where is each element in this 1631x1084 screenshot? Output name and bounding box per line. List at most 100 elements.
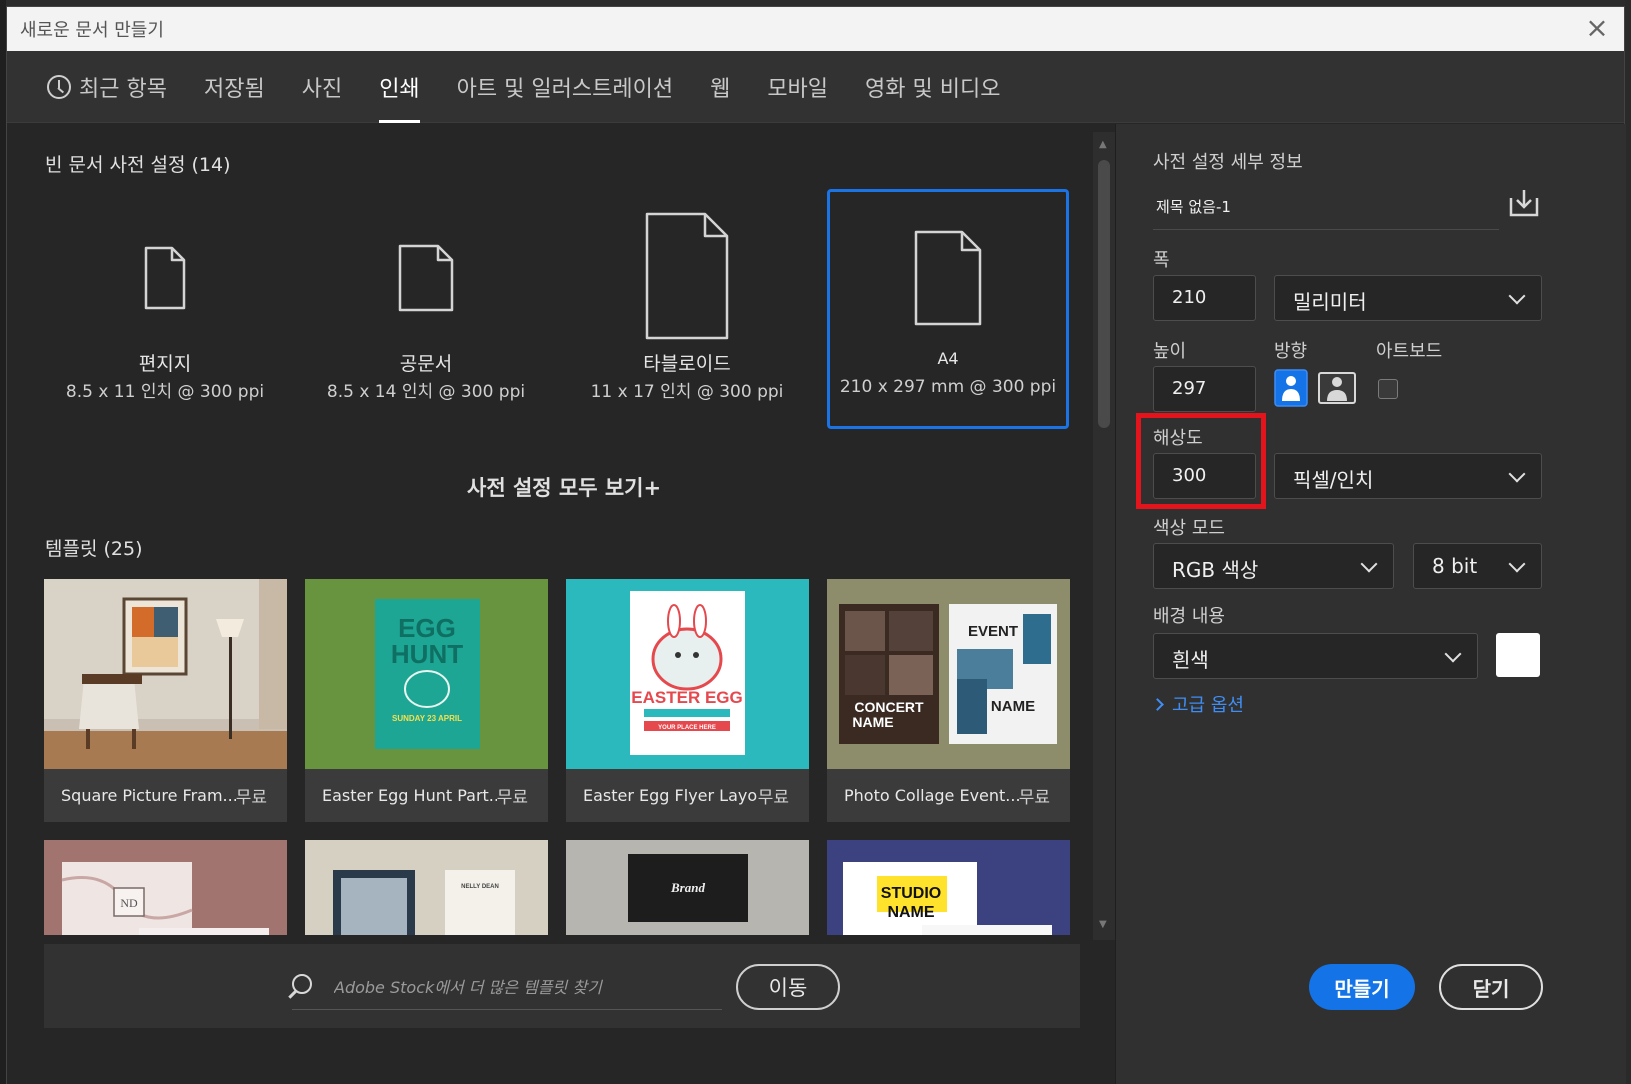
- template-card[interactable]: Brand: [566, 840, 809, 935]
- bit-depth-dropdown[interactable]: 8 bit: [1413, 543, 1542, 589]
- preset-dimensions: 8.5 x 14 인치 @ 300 ppi: [326, 382, 526, 402]
- template-card[interactable]: EGG HUNT SUNDAY 23 APRIL Easter Egg Hunt…: [305, 579, 548, 822]
- orientation-label: 방향: [1274, 341, 1308, 362]
- tab-label: 영화 및 비디오: [865, 76, 1001, 102]
- chevron-down-icon: [1508, 555, 1526, 573]
- stock-search-bar: 이동: [44, 944, 1080, 1028]
- scroll-up-icon[interactable]: ▲: [1099, 140, 1109, 150]
- template-name: Easter Egg Flyer Layo...: [583, 786, 758, 805]
- stock-search: [292, 966, 722, 1010]
- preset-name: 공문서: [399, 353, 453, 375]
- preset-letter[interactable]: 편지지 8.5 x 11 인치 @ 300 ppi: [44, 189, 286, 429]
- document-name-field[interactable]: 제목 없음-1: [1153, 186, 1499, 230]
- resolution-unit-dropdown[interactable]: 픽셀/인치: [1274, 453, 1542, 499]
- thumb-text: STUDIO: [881, 885, 941, 902]
- advanced-options-toggle[interactable]: 고급 옵션: [1151, 691, 1244, 717]
- width-unit-dropdown[interactable]: 밀리미터: [1274, 275, 1542, 321]
- tab-saved[interactable]: 저장됨: [204, 51, 265, 123]
- template-thumbnail: EASTER EGG YOUR PLACE HERE: [566, 579, 809, 769]
- thumb-text: ND: [120, 896, 138, 910]
- template-thumbnail: EGG HUNT SUNDAY 23 APRIL: [305, 579, 548, 769]
- preset-name: 편지지: [138, 353, 192, 375]
- templates-section-title: 템플릿 (25): [45, 538, 143, 560]
- scrollbar-thumb[interactable]: [1098, 160, 1110, 428]
- width-unit-value: 밀리미터: [1293, 290, 1367, 314]
- color-mode-label: 색상 모드: [1153, 518, 1225, 539]
- preset-a4[interactable]: A4 210 x 297 mm @ 300 ppi: [827, 189, 1069, 429]
- template-caption: Photo Collage Event... 무료: [827, 769, 1070, 822]
- preset-dimensions: 210 x 297 mm @ 300 ppi: [839, 377, 1057, 397]
- color-mode-dropdown[interactable]: RGB 색상: [1153, 543, 1394, 589]
- tab-photo[interactable]: 사진: [302, 51, 342, 123]
- tab-label: 저장됨: [203, 76, 265, 102]
- background-label: 배경 내용: [1153, 606, 1225, 627]
- tab-film-video[interactable]: 영화 및 비디오: [865, 51, 1000, 123]
- template-price: 무료: [1018, 788, 1050, 808]
- artboard-checkbox[interactable]: [1378, 379, 1398, 399]
- tab-print[interactable]: 인쇄: [379, 51, 421, 123]
- thumb-text: Brand: [670, 880, 705, 895]
- template-caption: Easter Egg Hunt Part... 무료: [305, 769, 548, 822]
- preset-tabloid[interactable]: 타블로이드 11 x 17 인치 @ 300 ppi: [566, 189, 808, 429]
- template-card[interactable]: Square Picture Fram... 무료: [44, 579, 287, 822]
- document-icon: [914, 230, 982, 326]
- preset-name: 타블로이드: [643, 353, 731, 375]
- tab-label: 아트 및 일러스트레이션: [456, 76, 674, 102]
- resolution-unit-value: 픽셀/인치: [1293, 468, 1374, 492]
- template-card[interactable]: EASTER EGG YOUR PLACE HERE Easter Egg Fl…: [566, 579, 809, 822]
- go-button[interactable]: 이동: [736, 964, 840, 1010]
- thumb-text: EVENT: [968, 623, 1018, 640]
- chevron-down-icon: [1444, 645, 1462, 663]
- template-name: Easter Egg Hunt Part...: [322, 786, 497, 805]
- template-card[interactable]: ND: [44, 840, 287, 935]
- thumb-text: YOUR PLACE HERE: [658, 725, 716, 731]
- thumb-text: CONCERT: [854, 699, 924, 715]
- document-icon: [398, 244, 454, 312]
- preset-dimensions: 8.5 x 11 인치 @ 300 ppi: [65, 382, 265, 402]
- stock-search-input[interactable]: [334, 972, 714, 1002]
- template-card[interactable]: STUDIO NAME: [827, 840, 1070, 935]
- advanced-options-label: 고급 옵션: [1172, 695, 1244, 716]
- thumb-text: HUNT: [391, 639, 463, 669]
- template-price: 무료: [235, 788, 267, 808]
- tab-label: 인쇄: [379, 76, 420, 102]
- tab-mobile[interactable]: 모바일: [767, 51, 828, 123]
- height-input[interactable]: 297: [1153, 366, 1256, 412]
- close-icon[interactable]: ×: [1584, 14, 1610, 42]
- template-card[interactable]: NELLY DEAN: [305, 840, 548, 935]
- view-all-presets-link[interactable]: 사전 설정 모두 보기+: [467, 472, 661, 502]
- template-thumbnail: ND: [44, 840, 287, 935]
- background-value: 흰색: [1172, 648, 1209, 672]
- create-button[interactable]: 만들기: [1309, 964, 1415, 1010]
- landscape-orientation-icon[interactable]: [1318, 369, 1356, 407]
- thumb-text: NAME: [991, 698, 1035, 715]
- save-preset-icon[interactable]: [1508, 188, 1540, 218]
- tab-art-illustration[interactable]: 아트 및 일러스트레이션: [457, 51, 673, 123]
- preset-legal[interactable]: 공문서 8.5 x 14 인치 @ 300 ppi: [305, 189, 547, 429]
- template-name: Square Picture Fram...: [61, 786, 236, 805]
- tab-recent[interactable]: 최근 항목: [47, 51, 167, 123]
- scroll-down-icon[interactable]: ▼: [1099, 920, 1109, 930]
- tab-web[interactable]: 웹: [710, 51, 730, 123]
- template-caption: Easter Egg Flyer Layo... 무료: [566, 769, 809, 822]
- template-card[interactable]: CONCERT NAME EVENT NAME Photo Collage Ev…: [827, 579, 1070, 822]
- tab-label: 최근 항목: [79, 76, 167, 102]
- portrait-orientation-icon[interactable]: [1274, 369, 1308, 407]
- templates-scrollbar[interactable]: ▲ ▼: [1093, 132, 1115, 940]
- thumb-text: NAME: [887, 904, 934, 921]
- template-thumbnail: [44, 579, 287, 769]
- preset-details-panel: 사전 설정 세부 정보 제목 없음-1 폭 210 밀리미터 높이 방향 아트보…: [1115, 124, 1626, 1084]
- background-dropdown[interactable]: 흰색: [1153, 633, 1478, 679]
- close-button[interactable]: 닫기: [1439, 964, 1543, 1010]
- template-thumbnail: NELLY DEAN: [305, 840, 548, 935]
- template-thumbnail: CONCERT NAME EVENT NAME: [827, 579, 1070, 769]
- document-icon: [144, 246, 186, 310]
- thumb-text: EASTER EGG: [631, 688, 742, 707]
- template-thumbnail: Brand: [566, 840, 809, 935]
- background-color-swatch[interactable]: [1496, 633, 1540, 677]
- details-title: 사전 설정 세부 정보: [1153, 152, 1303, 173]
- preset-name: A4: [937, 349, 959, 368]
- tab-label: 모바일: [767, 76, 829, 102]
- width-input[interactable]: 210: [1153, 275, 1256, 321]
- document-icon: [645, 212, 729, 340]
